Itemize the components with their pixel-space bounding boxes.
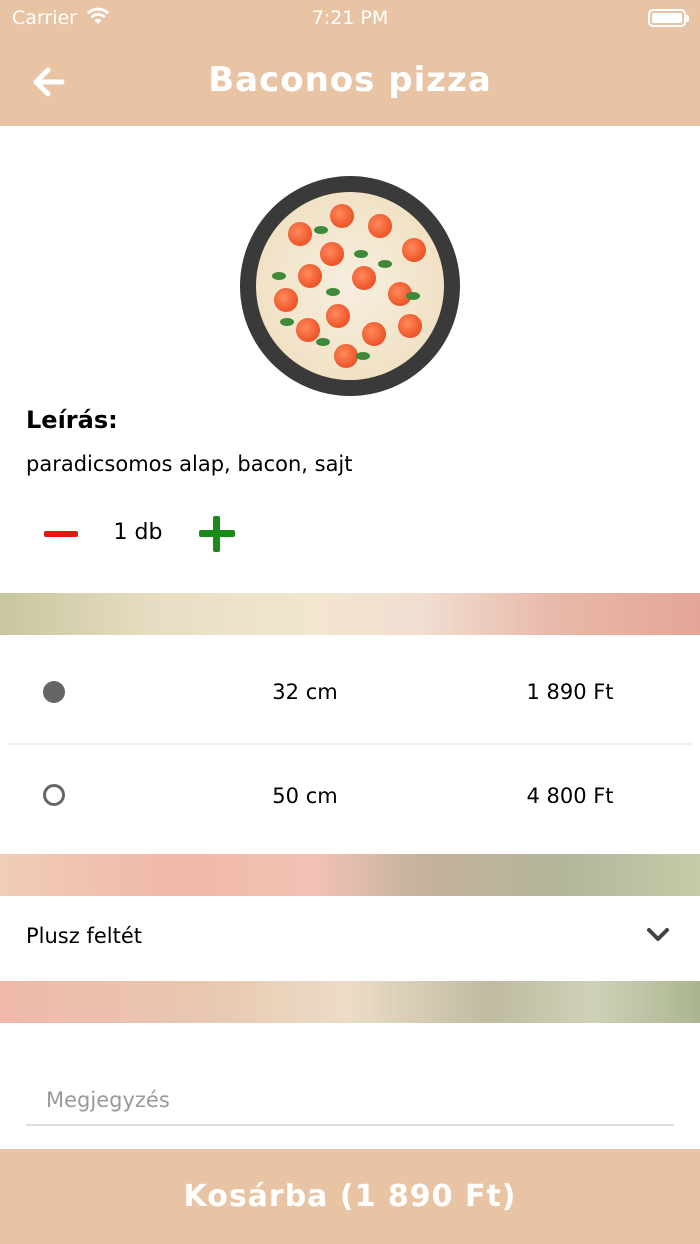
plus-icon[interactable]	[199, 516, 235, 552]
size-label: 50 cm	[272, 784, 338, 808]
pizza-image	[240, 176, 460, 396]
size-option[interactable]: 32 cm 1 890 Ft	[0, 640, 700, 744]
extras-dropdown[interactable]: Plusz feltét	[0, 896, 700, 981]
minus-icon[interactable]	[44, 531, 78, 537]
radio-unselected-icon[interactable]	[43, 784, 65, 806]
status-bar: Carrier 7:21 PM	[0, 0, 700, 36]
size-price: 1 890 Ft	[526, 680, 614, 704]
description-text: paradicsomos alap, bacon, sajt	[26, 452, 353, 476]
page-title: Baconos pizza	[208, 60, 492, 100]
radio-selected-icon[interactable]	[43, 681, 65, 703]
add-to-cart-button[interactable]: Kosárba (1 890 Ft)	[0, 1149, 700, 1244]
background-strip	[0, 854, 700, 896]
nav-bar: Baconos pizza	[0, 36, 700, 126]
size-option[interactable]: 50 cm 4 800 Ft	[0, 744, 700, 848]
battery-icon	[648, 9, 689, 27]
extras-label: Plusz feltét	[26, 924, 142, 948]
quantity-count: 1 db	[113, 520, 163, 545]
quantity-stepper: 1 db	[0, 512, 700, 556]
clock: 7:21 PM	[311, 7, 389, 29]
size-label: 32 cm	[272, 680, 338, 704]
note-input[interactable]	[26, 1062, 674, 1126]
size-price: 4 800 Ft	[526, 784, 614, 808]
background-strip	[0, 593, 700, 635]
chevron-down-icon[interactable]	[646, 926, 670, 944]
description-label: Leírás:	[26, 406, 118, 434]
background-strip	[0, 981, 700, 1023]
